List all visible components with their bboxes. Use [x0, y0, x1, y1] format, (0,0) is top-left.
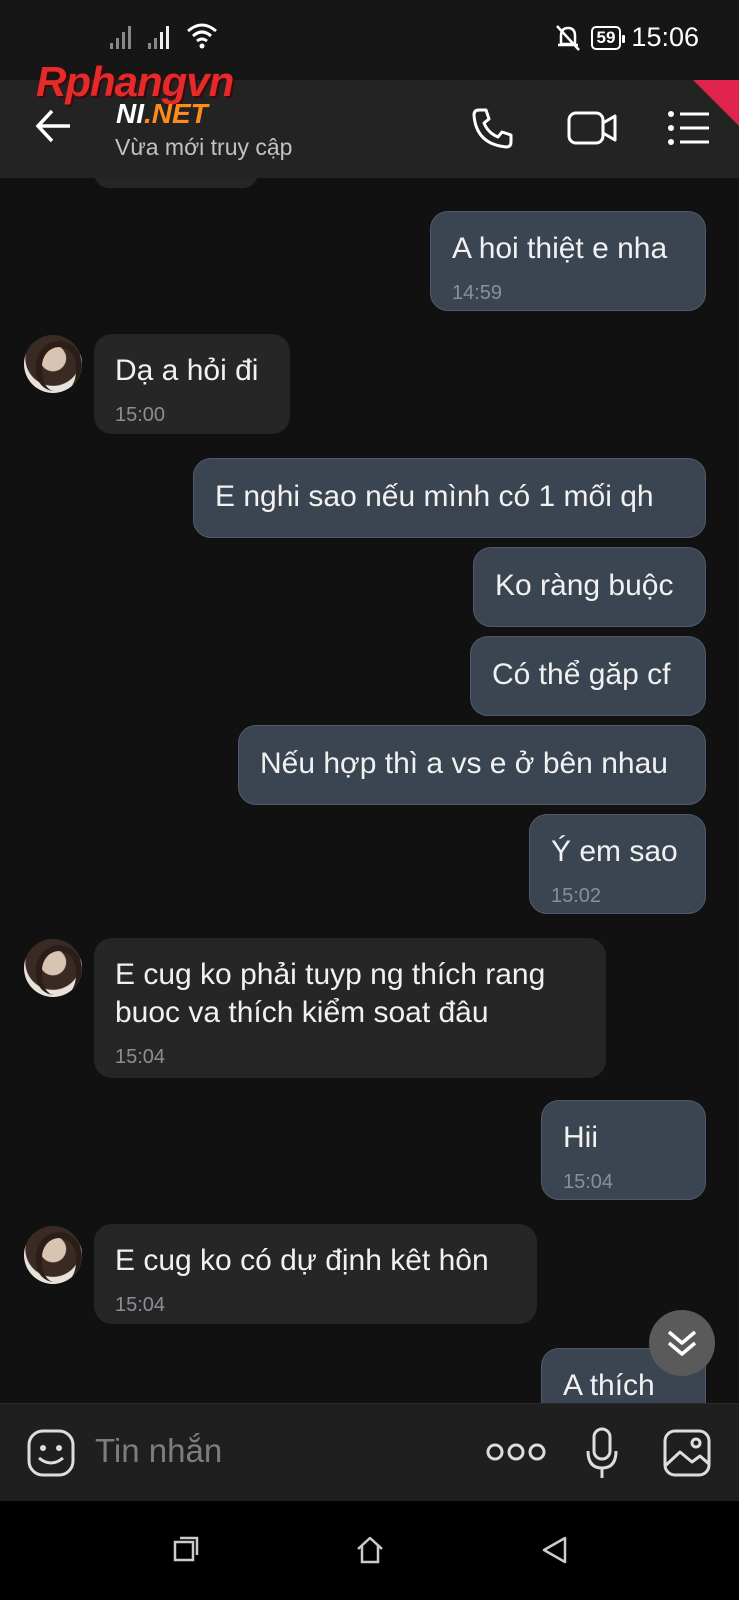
recent-apps-icon[interactable]	[172, 1535, 200, 1563]
chevron-double-down-icon	[667, 1330, 697, 1356]
message-text: E nghi sao nếu mình có 1 mối qh	[215, 480, 654, 513]
message-bubble-sent[interactable]: Ko ràng buộc	[473, 547, 706, 627]
message-time: 14:59	[452, 282, 503, 304]
last-seen-status: Vừa mới truy cập	[115, 134, 293, 160]
message-text: A hoi thiệt e nha	[452, 232, 668, 265]
chat-messages[interactable]: A hoi thiệt e nha 14:59 Dạ a hỏi đi 15:0…	[0, 178, 739, 1403]
message-text: Có thể găp cf	[492, 658, 671, 691]
message-time: 15:04	[115, 1046, 166, 1068]
watermark-ni: NI	[116, 98, 144, 129]
message-text: Dạ a hỏi đi	[115, 354, 259, 387]
microphone-icon[interactable]	[584, 1426, 620, 1482]
message-input[interactable]: Tin nhắn	[95, 1432, 222, 1470]
video-call-icon[interactable]	[566, 108, 618, 148]
corner-badge	[693, 80, 739, 126]
message-bubble-sent[interactable]: A hoi thiệt e nha 14:59	[430, 211, 706, 311]
watermark-net: .NET	[144, 98, 208, 129]
mute-bell-icon	[555, 24, 580, 51]
back-triangle-icon[interactable]	[540, 1535, 568, 1565]
message-bubble-received[interactable]: E cug ko có dự định kêt hôn 15:04	[94, 1224, 537, 1324]
signal-icon	[148, 26, 169, 49]
message-text: Ý em sao	[551, 835, 678, 868]
message-bubble-sent[interactable]: Hii 15:04	[541, 1100, 706, 1200]
avatar[interactable]	[24, 939, 82, 997]
more-dots-icon[interactable]	[486, 1442, 546, 1462]
message-text: E cug ko có dự định kêt hôn	[115, 1244, 489, 1277]
back-arrow-icon[interactable]	[34, 106, 74, 146]
clock: 15:06	[631, 22, 699, 52]
message-bubble-sent[interactable]: Nếu hợp thì a vs e ở bên nhau	[238, 725, 706, 805]
home-icon[interactable]	[355, 1535, 385, 1565]
scroll-to-bottom-button[interactable]	[649, 1310, 715, 1376]
message-input-bar: Tin nhắn	[0, 1403, 739, 1501]
message-bubble-partial	[94, 178, 258, 188]
signal-icon	[110, 26, 131, 49]
avatar[interactable]	[24, 1226, 82, 1284]
message-time: 15:00	[115, 404, 166, 426]
wifi-icon	[187, 23, 217, 49]
message-text: E cug ko phải tuyp ng thích rang buoc va…	[115, 958, 546, 1029]
phone-icon[interactable]	[470, 106, 516, 152]
system-nav-bar	[0, 1501, 739, 1600]
message-time: 15:04	[115, 1294, 166, 1316]
battery-indicator: 59	[590, 25, 626, 50]
avatar[interactable]	[24, 335, 82, 393]
emoji-icon[interactable]	[26, 1428, 76, 1478]
message-bubble-received[interactable]: E cug ko phải tuyp ng thích rang buoc va…	[94, 938, 606, 1078]
image-icon[interactable]	[662, 1428, 712, 1478]
chat-header: Rphangvn NI.NET Vừa mới truy cập	[0, 58, 739, 178]
message-time: 15:04	[563, 1171, 614, 1193]
message-bubble-sent[interactable]: Ý em sao 15:02	[529, 814, 706, 914]
message-bubble-sent[interactable]: Có thể găp cf	[470, 636, 706, 716]
message-text: Ko ràng buộc	[495, 569, 674, 602]
message-bubble-sent[interactable]: E nghi sao nếu mình có 1 mối qh	[193, 458, 706, 538]
message-text: Nếu hợp thì a vs e ở bên nhau	[260, 747, 668, 780]
message-text: Hii	[563, 1121, 598, 1154]
watermark-logo-sub: NI.NET	[116, 98, 208, 130]
message-bubble-received[interactable]: Dạ a hỏi đi 15:00	[94, 334, 290, 434]
message-time: 15:02	[551, 885, 602, 907]
